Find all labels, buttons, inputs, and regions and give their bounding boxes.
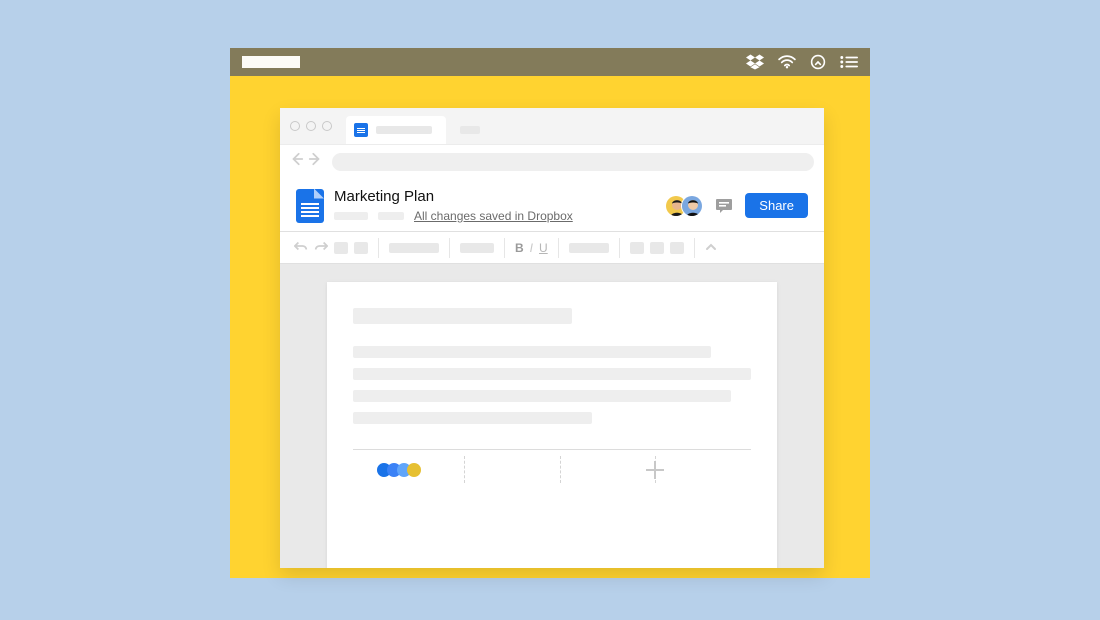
collaborator-avatars[interactable] <box>665 195 703 217</box>
timeline-dot <box>407 463 421 477</box>
timeline-tick <box>560 456 561 483</box>
style-select[interactable] <box>389 243 439 253</box>
text-placeholder <box>353 412 592 424</box>
min-dot[interactable] <box>306 121 316 131</box>
browser-tab-inactive[interactable] <box>452 116 494 144</box>
tab-title-placeholder <box>460 126 480 134</box>
browser-window: Marketing Plan All changes saved in Drop… <box>280 108 824 568</box>
timeline-tick <box>464 456 465 483</box>
saved-status[interactable]: All changes saved in Dropbox <box>414 209 573 223</box>
doc-file-icon <box>296 189 324 223</box>
dropbox-icon[interactable] <box>746 54 764 70</box>
max-dot[interactable] <box>322 121 332 131</box>
app-window: Marketing Plan All changes saved in Drop… <box>230 48 870 578</box>
doc-header: Marketing Plan All changes saved in Drop… <box>280 178 824 232</box>
menu-placeholder[interactable] <box>378 212 404 220</box>
menubar <box>230 48 870 76</box>
tab-title-placeholder <box>376 126 432 134</box>
toolbar-item[interactable] <box>569 243 609 253</box>
more-tools-icon[interactable] <box>705 239 717 257</box>
font-select[interactable] <box>460 243 494 253</box>
bold-button[interactable]: B <box>515 241 524 255</box>
tab-strip <box>280 108 824 144</box>
toolbar-item[interactable] <box>630 242 644 254</box>
document-page[interactable] <box>327 282 777 568</box>
share-button[interactable]: Share <box>745 193 808 218</box>
italic-button[interactable]: I <box>530 241 533 255</box>
toolbar-item[interactable] <box>354 242 368 254</box>
close-dot[interactable] <box>290 121 300 131</box>
clock-icon[interactable] <box>810 54 826 70</box>
undo-icon[interactable] <box>294 239 308 257</box>
redo-icon[interactable] <box>314 239 328 257</box>
nav-back-icon[interactable] <box>290 152 304 171</box>
list-icon[interactable] <box>840 55 858 69</box>
menubar-app-title <box>242 56 300 68</box>
timeline-chart[interactable] <box>353 449 751 489</box>
browser-tab-active[interactable] <box>346 116 446 144</box>
toolbar-item[interactable] <box>670 242 684 254</box>
formatting-toolbar: B I U <box>280 232 824 264</box>
text-placeholder <box>353 346 711 358</box>
address-bar[interactable] <box>332 153 814 171</box>
window-controls[interactable] <box>290 108 340 144</box>
heading-placeholder <box>353 308 572 324</box>
address-bar-row <box>280 144 824 178</box>
wifi-icon[interactable] <box>778 55 796 69</box>
menu-placeholder[interactable] <box>334 212 368 220</box>
toolbar-item[interactable] <box>650 242 664 254</box>
doc-icon <box>354 123 368 137</box>
document-canvas <box>280 264 824 568</box>
underline-button[interactable]: U <box>539 241 548 255</box>
avatar[interactable] <box>681 195 703 217</box>
text-placeholder <box>353 368 751 380</box>
toolbar-item[interactable] <box>334 242 348 254</box>
nav-forward-icon[interactable] <box>308 152 322 171</box>
comments-icon[interactable] <box>713 195 735 217</box>
text-placeholder <box>353 390 731 402</box>
doc-title[interactable]: Marketing Plan <box>334 188 665 205</box>
